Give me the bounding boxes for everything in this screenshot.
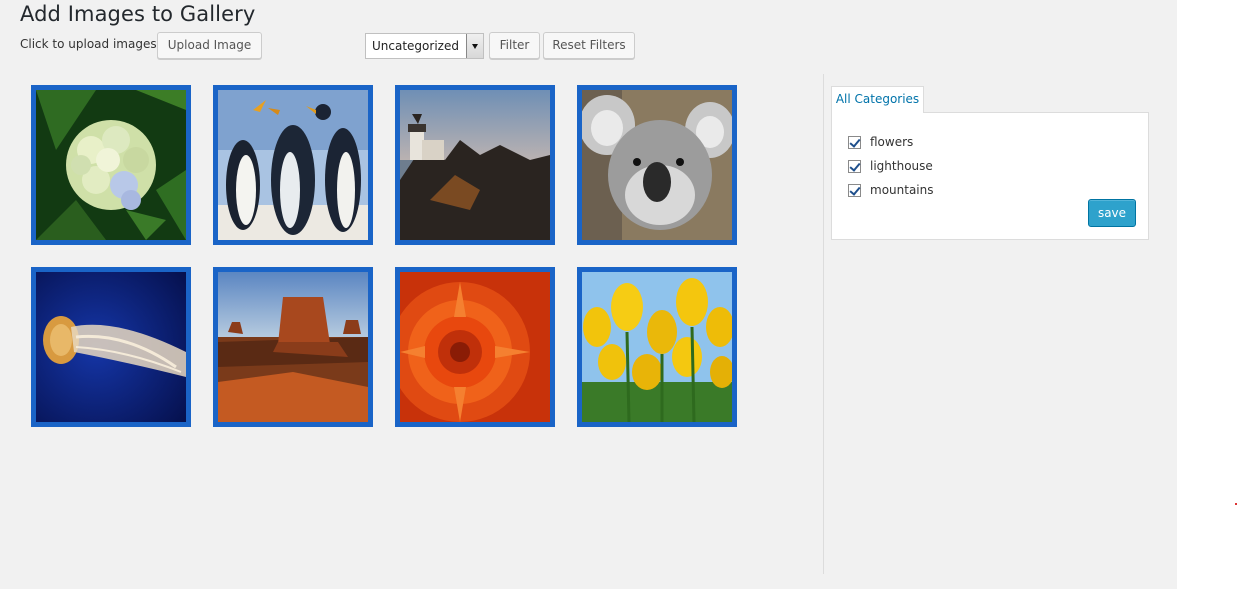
- categories-panel: flowers lighthouse mountains save: [831, 112, 1149, 240]
- chevron-down-icon[interactable]: [466, 34, 483, 58]
- filter-button[interactable]: Filter: [489, 32, 540, 59]
- desert-image: [218, 272, 368, 422]
- category-label: mountains: [870, 183, 934, 197]
- tab-all-categories[interactable]: All Categories: [831, 86, 924, 113]
- upload-hint: Click to upload images: [20, 37, 157, 51]
- category-label: lighthouse: [870, 159, 933, 173]
- category-item-flowers: flowers: [848, 134, 913, 150]
- gallery-image-tulips[interactable]: [577, 267, 737, 427]
- save-button[interactable]: save: [1088, 199, 1136, 227]
- gallery-image-lighthouse[interactable]: [395, 85, 555, 245]
- reset-filters-button[interactable]: Reset Filters: [543, 32, 635, 59]
- sidebar-divider: [823, 74, 824, 574]
- gallery-image-penguins[interactable]: [213, 85, 373, 245]
- chrysanthemum-image: [400, 272, 550, 422]
- category-label: flowers: [870, 135, 914, 149]
- mountains-checkbox[interactable]: [848, 183, 861, 197]
- page-title: Add Images to Gallery: [20, 2, 256, 26]
- koala-image: [582, 90, 732, 240]
- flowers-checkbox[interactable]: [848, 135, 861, 149]
- gallery-admin-page: Add Images to Gallery Click to upload im…: [0, 0, 1177, 589]
- lighthouse-checkbox[interactable]: [848, 159, 861, 173]
- hydrangea-image: [36, 90, 186, 240]
- jellyfish-image: [36, 272, 186, 422]
- category-select[interactable]: Uncategorized: [365, 33, 484, 59]
- category-item-lighthouse: lighthouse: [848, 158, 933, 174]
- upload-image-button[interactable]: Upload Image: [157, 32, 262, 59]
- category-select-value: Uncategorized: [372, 39, 459, 53]
- gallery-image-hydrangea[interactable]: [31, 85, 191, 245]
- gallery-image-desert[interactable]: [213, 267, 373, 427]
- gallery-image-koala[interactable]: [577, 85, 737, 245]
- penguins-image: [218, 90, 368, 240]
- gallery-image-jellyfish[interactable]: [31, 267, 191, 427]
- category-item-mountains: mountains: [848, 182, 934, 198]
- tulips-image: [582, 272, 732, 422]
- gallery-image-chrysanthemum[interactable]: [395, 267, 555, 427]
- lighthouse-image: [400, 90, 550, 240]
